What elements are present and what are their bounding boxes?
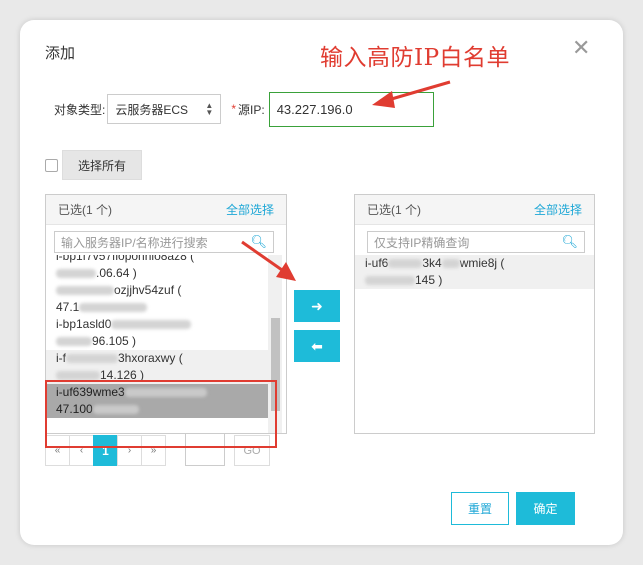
add-dialog: 添加 ✕ 输入高防IP白名单 对象类型: 云服务器ECS ▲ ▼ * 源IP: 4… [20,20,623,545]
selected-select-all-link[interactable]: 全部选择 [534,201,582,218]
object-type-select[interactable]: 云服务器ECS ▲ ▼ [107,94,222,124]
list-item[interactable]: i-f 3hxoraxwy ( 14.126 ) [46,350,268,384]
annotation-text: 输入高防IP白名单 [320,45,511,71]
arrow-right-icon: ➜ [311,297,323,314]
selected-list: i-uf6 3k4 wmie8j ( 145 ) [355,255,594,433]
server-search-input[interactable]: 输入服务器IP/名称进行搜索 🔍︎ [54,231,274,253]
arrow-left-icon: ⬅ [311,337,323,354]
source-ip-input[interactable]: 43.227.196.0 [268,91,434,127]
move-left-button[interactable]: ⬅ [294,330,340,362]
reset-button[interactable]: 重置 [451,492,509,525]
form-row: 对象类型: 云服务器ECS ▲ ▼ * 源IP: 43.227.196.0 [54,91,434,127]
confirm-button[interactable]: 确定 [516,492,575,525]
ip-search-input[interactable]: 仅支持IP精确查询 🔍︎ [367,231,585,253]
selected-panel-header: 已选(1 个) 全部选择 [355,195,594,225]
dialog-title: 添加 [45,45,76,62]
list-item[interactable]: i-bp1f7v57floponnlo8az8 ( .06.64 ) [46,255,268,282]
object-type-label: 对象类型: [54,102,106,117]
search-icon[interactable]: 🔍︎ [250,234,267,250]
close-icon[interactable]: ✕ [572,37,590,59]
select-all-checkbox[interactable] [45,158,58,172]
required-mark: * [231,102,237,116]
selected-panel: 已选(1 个) 全部选择 仅支持IP精确查询 🔍︎ i-uf6 3k4 wmie8j… [354,194,595,434]
available-select-all-link[interactable]: 全部选择 [226,201,274,218]
select-all-button[interactable]: 选择所有 [62,150,142,180]
ip-search-placeholder: 仅支持IP精确查询 [374,235,470,250]
available-panel-header: 已选(1 个) 全部选择 [46,195,286,225]
list-item[interactable]: ozjjhv54zuf ( 47.1 [46,282,268,316]
object-type-value: 云服务器ECS [115,102,189,117]
list-item[interactable]: i-bp1asld0 96.105 ) [46,316,268,350]
available-count: 已选(1 个) [58,203,113,217]
highlight-box [45,380,277,448]
server-search-placeholder: 输入服务器IP/名称进行搜索 [61,235,208,250]
search-icon[interactable]: 🔍︎ [561,234,578,250]
list-item[interactable]: i-uf6 3k4 wmie8j ( 145 ) [355,255,594,289]
source-ip-label: 源IP: [238,102,265,117]
updown-icon: ▲ ▼ [205,101,214,117]
selected-count: 已选(1 个) [367,203,422,217]
move-right-button[interactable]: ➜ [294,290,340,322]
select-all-row: 选择所有 [45,150,142,180]
